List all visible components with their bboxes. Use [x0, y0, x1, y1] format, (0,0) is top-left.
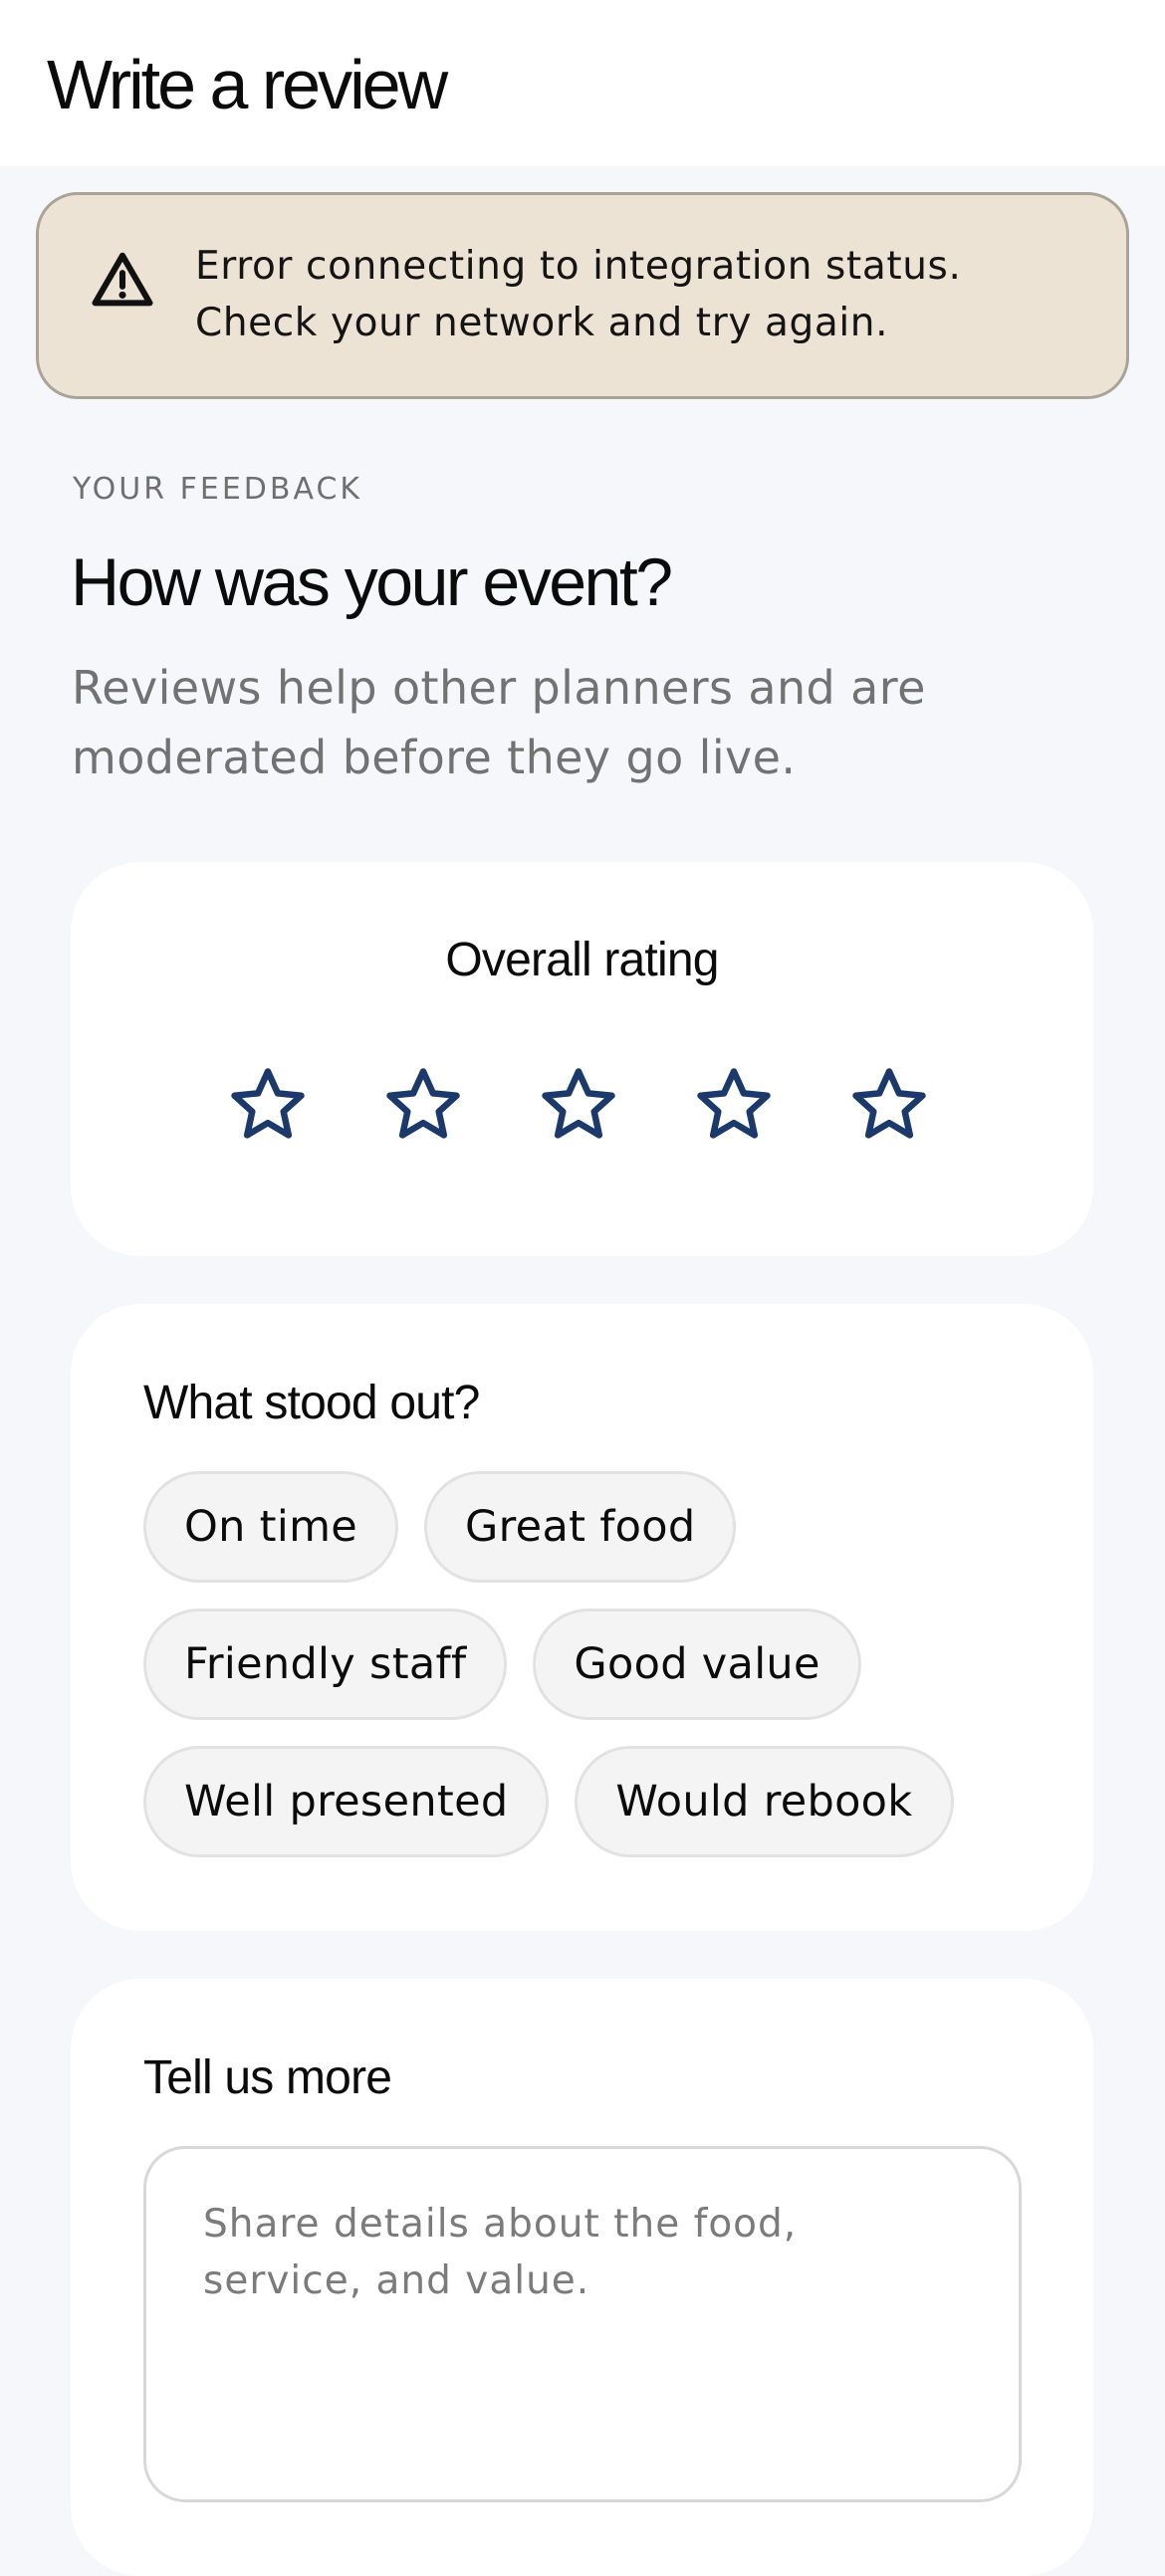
chip-row: Well presented Would rebook — [143, 1746, 1040, 1857]
star-outline-icon[interactable] — [538, 1064, 619, 1146]
top-bar: Write a review — [0, 0, 1165, 166]
error-alert-message: Error connecting to integration status. … — [195, 244, 962, 345]
star-rating[interactable] — [227, 1064, 930, 1146]
star-outline-icon[interactable] — [227, 1064, 309, 1146]
chip-well-presented[interactable]: Well presented — [143, 1746, 550, 1857]
highlights-label: What stood out? — [143, 1377, 480, 1429]
details-textarea[interactable] — [143, 2146, 1022, 2502]
page-header-title: Write a review — [47, 46, 448, 123]
chip-row: On time Great food — [143, 1471, 1040, 1583]
page-title: How was your event? — [71, 544, 673, 620]
details-card: Tell us more — [71, 1979, 1093, 2576]
rating-card: Overall rating — [71, 862, 1093, 1256]
highlight-chips: On time Great food Friendly staff Good v… — [143, 1471, 1040, 1883]
highlights-card: What stood out? On time Great food Frien… — [71, 1304, 1093, 1931]
chip-row: Friendly staff Good value — [143, 1609, 1040, 1720]
chip-would-rebook[interactable]: Would rebook — [575, 1746, 954, 1857]
chip-great-food[interactable]: Great food — [424, 1471, 737, 1583]
warning-triangle-icon — [92, 252, 153, 307]
chip-good-value[interactable]: Good value — [533, 1609, 861, 1720]
chip-on-time[interactable]: On time — [143, 1471, 399, 1583]
star-outline-icon[interactable] — [382, 1064, 464, 1146]
section-eyebrow: YOUR FEEDBACK — [73, 472, 363, 507]
star-outline-icon[interactable] — [848, 1064, 930, 1146]
chip-friendly-staff[interactable]: Friendly staff — [143, 1609, 508, 1720]
error-alert: Error connecting to integration status. … — [36, 192, 1129, 399]
rating-label: Overall rating — [445, 934, 719, 986]
details-label: Tell us more — [143, 2051, 392, 2104]
star-outline-icon[interactable] — [693, 1064, 775, 1146]
page-subtitle: Reviews help other planners and are mode… — [72, 661, 926, 784]
